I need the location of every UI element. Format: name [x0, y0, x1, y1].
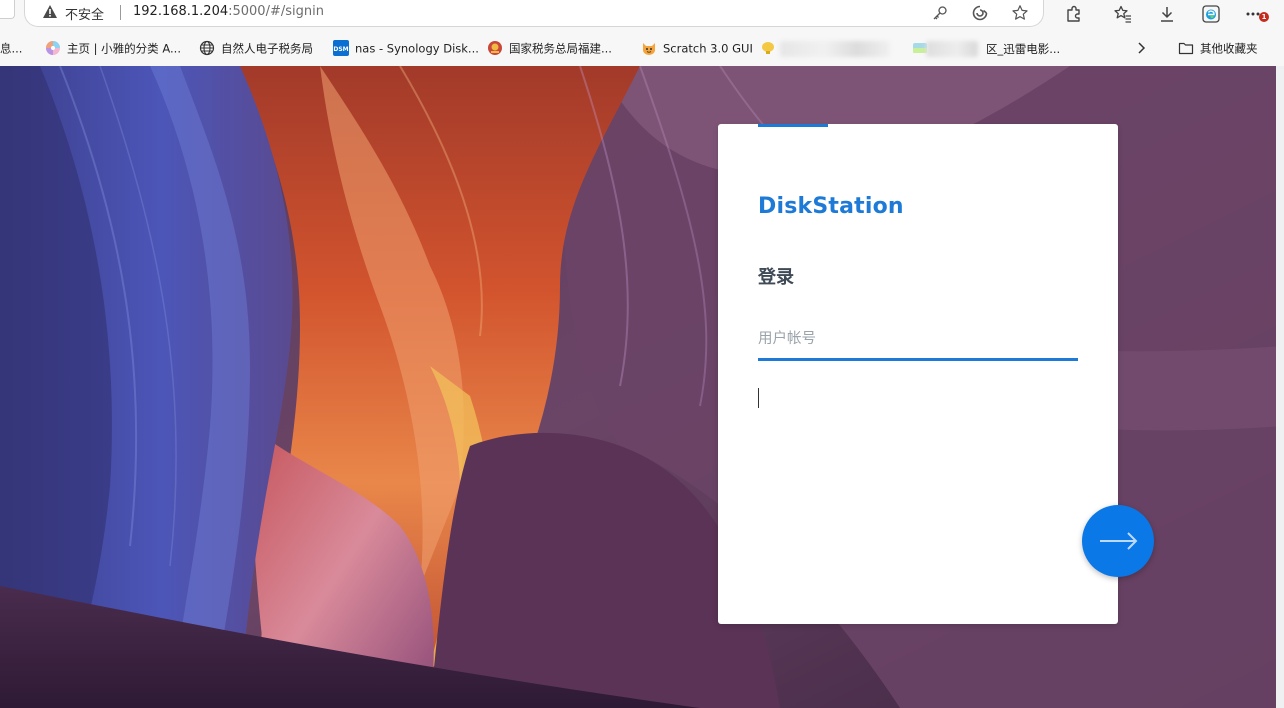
bookmark-item[interactable]: 主页 | 小雅的分类 A... — [45, 39, 181, 57]
login-card: DiskStation 登录 — [718, 124, 1118, 624]
arrow-right-icon — [1100, 532, 1138, 550]
browser-toolbar: 不安全 192.168.1.204:5000/#/signin 1 — [0, 0, 1284, 32]
bookmarks-bar: 息... 主页 | 小雅的分类 A... 自然人电子税务局 DSM nas - … — [0, 32, 1284, 66]
username-input[interactable] — [758, 320, 1078, 361]
url-host: 192.168.1.204 — [133, 4, 229, 19]
dsm-icon-text: DSM — [333, 46, 348, 53]
bookmark-label: 国家税务总局福建... — [509, 41, 612, 56]
blurred-bookmark-text — [780, 41, 890, 57]
bookmark-label: 区_迅雷电影... — [986, 41, 1061, 56]
url-text[interactable]: 192.168.1.204:5000/#/signin — [133, 4, 324, 19]
notification-badge: 1 — [1259, 12, 1269, 22]
omnibox-separator — [120, 5, 121, 20]
bookmark-label: 主页 | 小雅的分类 A... — [67, 41, 181, 56]
login-heading: 登录 — [758, 267, 794, 288]
bookmark-item[interactable]: 息... — [0, 39, 22, 57]
bookmark-item[interactable]: DSM nas - Synology Disk... — [333, 39, 479, 57]
download-icon[interactable] — [1157, 4, 1177, 24]
security-label[interactable]: 不安全 — [65, 4, 104, 23]
dsm-icon: DSM — [333, 39, 349, 56]
tax-emblem-icon — [488, 40, 502, 55]
bookmark-item[interactable]: 国家税务总局福建... — [487, 39, 612, 57]
bookmark-label: Scratch 3.0 GUI — [663, 41, 753, 56]
bookmark-item[interactable] — [760, 39, 782, 57]
text-caret — [758, 388, 759, 408]
next-button[interactable] — [1082, 505, 1154, 577]
bookmark-item[interactable]: 自然人电子税务局 — [199, 39, 313, 57]
extensions-icon[interactable] — [1064, 4, 1084, 24]
bookmark-label: 息... — [0, 41, 23, 56]
refresh-icon[interactable] — [971, 4, 989, 22]
lightbulb-icon — [762, 41, 774, 54]
scrollbar-track[interactable] — [1276, 66, 1284, 708]
globe-icon — [199, 40, 215, 55]
edge-icon[interactable] — [1201, 4, 1221, 24]
key-icon[interactable] — [931, 4, 949, 22]
chevron-right-icon[interactable] — [1134, 41, 1148, 55]
pinwheel-icon — [46, 40, 60, 55]
favorites-icon[interactable] — [1113, 4, 1133, 24]
other-favorites[interactable]: 其他收藏夹 — [1178, 39, 1258, 57]
brand-title: DiskStation — [758, 194, 904, 219]
warning-icon[interactable] — [42, 4, 58, 19]
folder-icon — [1178, 42, 1194, 54]
bookmark-label: nas - Synology Disk... — [355, 41, 479, 56]
bookmark-item[interactable]: Scratch 3.0 GUI — [641, 39, 753, 57]
url-path: :5000/#/signin — [228, 4, 324, 19]
bookmark-label: 自然人电子税务局 — [221, 41, 313, 56]
previous-tab-edge[interactable] — [0, 0, 15, 19]
address-bar[interactable]: 不安全 192.168.1.204:5000/#/signin — [24, 0, 1044, 27]
scratch-cat-icon — [643, 42, 655, 55]
card-accent-bar — [758, 124, 828, 127]
star-icon[interactable] — [1011, 4, 1029, 22]
blurred-bookmark-text — [926, 41, 978, 57]
other-favorites-label: 其他收藏夹 — [1200, 41, 1258, 56]
